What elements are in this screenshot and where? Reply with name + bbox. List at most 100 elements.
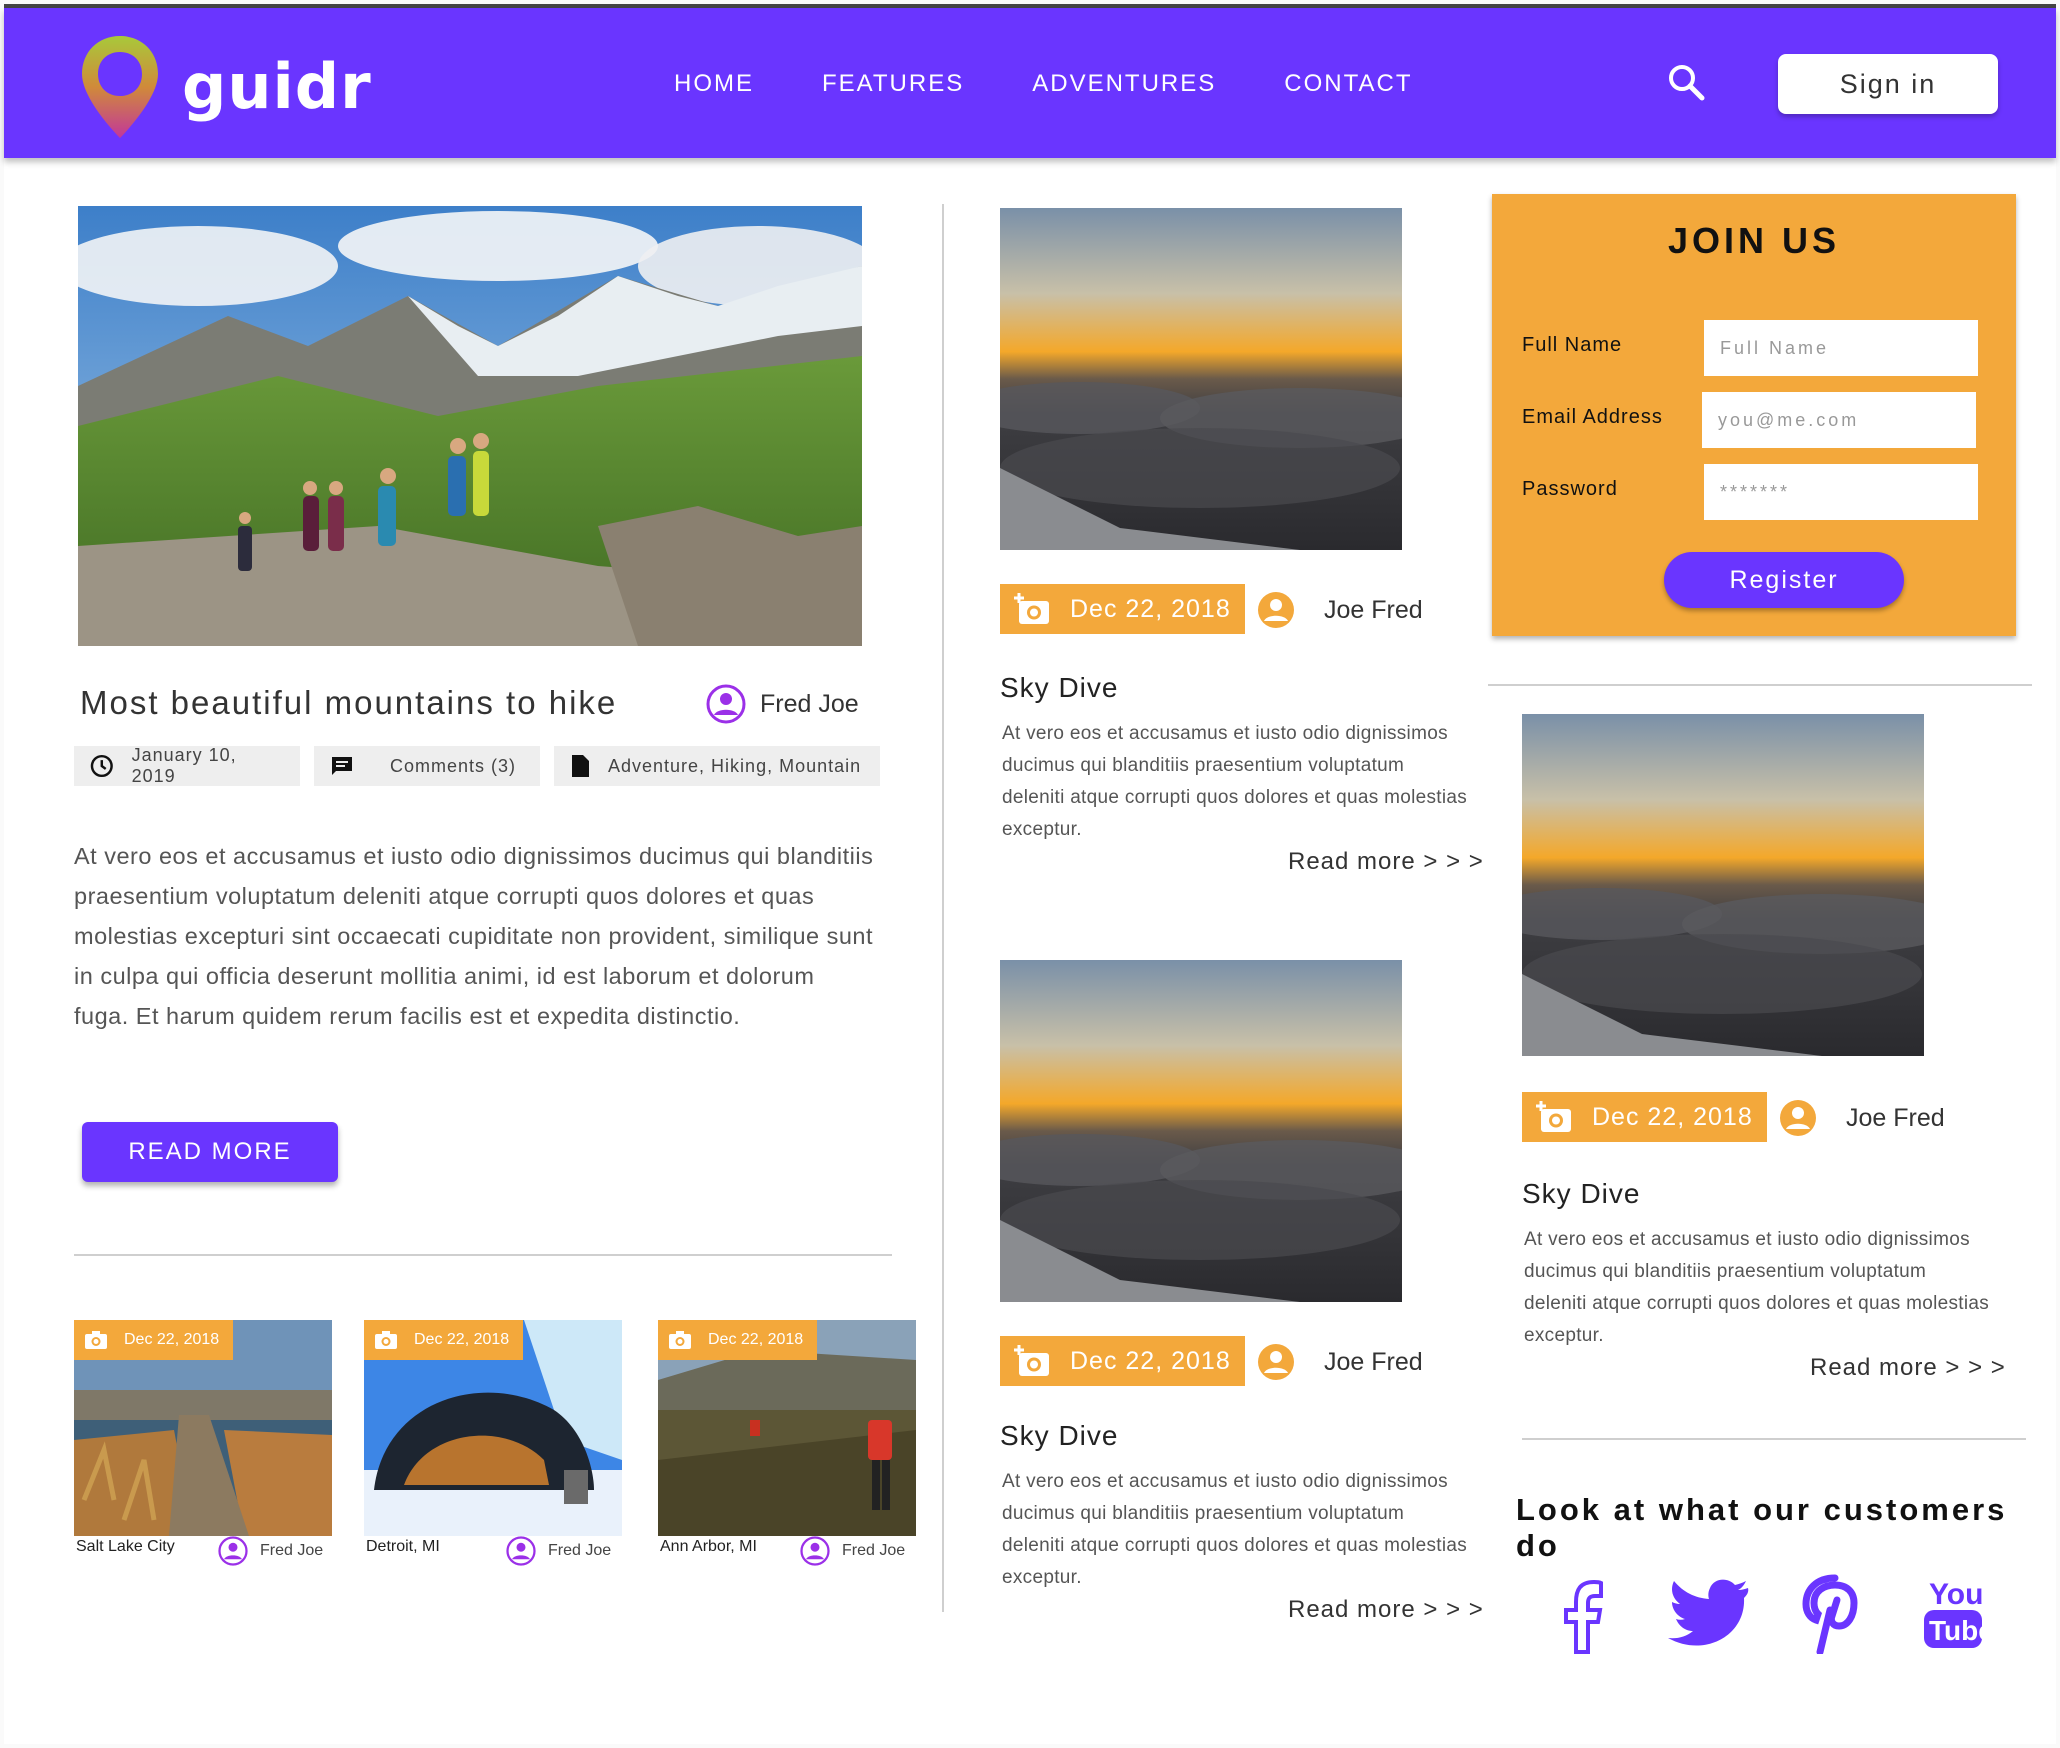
thumb-card-detroit[interactable]: Dec 22, 2018 (364, 1320, 622, 1536)
divider (1522, 1438, 2026, 1440)
thumb-author[interactable]: Fred Joe (800, 1536, 905, 1566)
divider (1488, 684, 2032, 686)
post-excerpt: At vero eos et accusamus et iusto odio d… (1002, 723, 1468, 840)
read-more-link[interactable]: Read more > > > (1810, 1354, 2006, 1382)
column-divider (942, 204, 944, 1612)
nav-home[interactable]: HOME (674, 70, 754, 98)
thumb-author-name: Fred Joe (842, 1542, 906, 1559)
read-more-button[interactable]: READ MORE (82, 1122, 338, 1182)
top-navbar: guidr HOME FEATURES ADVENTURES CONTACT S… (4, 8, 2056, 158)
post-date-badge: Dec 22, 2018 (1000, 584, 1245, 634)
nav-features[interactable]: FEATURES (822, 70, 964, 98)
featured-title[interactable]: Most beautiful mountains to hike (80, 684, 617, 722)
post-author[interactable]: Joe Fred (1256, 590, 1423, 630)
password-label: Password (1522, 478, 1618, 500)
thumb-date: Dec 22, 2018 (124, 1331, 220, 1348)
email-field[interactable]: you@me.com (1702, 392, 1976, 448)
post-excerpt: At vero eos et accusamus et iusto odio d… (1002, 1471, 1468, 1588)
post-date: January 10, 2019 (131, 745, 237, 786)
tags-chip: Adventure, Hiking, Mountain (554, 746, 880, 786)
full-name-label: Full Name (1522, 334, 1623, 356)
sunset-clouds-image[interactable] (1522, 714, 1924, 1056)
author-name: Fred Joe (760, 689, 859, 718)
user-avatar-icon (1258, 592, 1294, 628)
thumb-date: Dec 22, 2018 (708, 1331, 804, 1348)
user-avatar-icon (506, 1536, 536, 1566)
featured-excerpt: At vero eos et accusamus et iusto odio d… (74, 843, 874, 1029)
read-more-link[interactable]: Read more > > > (1288, 1596, 1484, 1624)
user-avatar-icon (1258, 1344, 1294, 1380)
user-avatar-icon (800, 1536, 830, 1566)
post-author[interactable]: Joe Fred (1256, 1342, 1423, 1382)
sign-in-button[interactable]: Sign in (1778, 54, 1998, 114)
thumb-location: Ann Arbor, MI (660, 1538, 757, 1555)
add-photo-icon (1014, 1345, 1049, 1376)
post-date: Dec 22, 2018 (1070, 594, 1231, 623)
twitter-icon[interactable] (1664, 1574, 1754, 1654)
thumb-author[interactable]: Fred Joe (218, 1536, 323, 1566)
post-excerpt: At vero eos et accusamus et iusto odio d… (1524, 1229, 1990, 1346)
author-name: Joe Fred (1324, 1347, 1423, 1376)
thumb-author-name: Fred Joe (260, 1542, 324, 1559)
camera-icon (85, 1331, 107, 1349)
author-name: Joe Fred (1324, 595, 1423, 624)
facebook-icon[interactable] (1540, 1574, 1630, 1654)
featured-hikers-image[interactable] (78, 206, 862, 646)
svg-text:Tube: Tube (1929, 1615, 1994, 1646)
thumb-date-badge: Dec 22, 2018 (364, 1320, 524, 1360)
author-name: Joe Fred (1846, 1103, 1945, 1132)
pinterest-icon[interactable] (1790, 1574, 1880, 1654)
post-date-chip: January 10, 2019 (74, 745, 300, 786)
thumb-date-badge: Dec 22, 2018 (658, 1320, 818, 1360)
document-icon (572, 755, 589, 777)
add-photo-icon (1014, 593, 1049, 624)
nav-adventures[interactable]: ADVENTURES (1032, 70, 1216, 98)
thumb-author-name: Fred Joe (548, 1542, 612, 1559)
camera-icon (375, 1331, 397, 1349)
thumb-location: Salt Lake City (76, 1538, 175, 1555)
clock-icon (90, 754, 113, 778)
thumb-date-badge: Dec 22, 2018 (74, 1320, 234, 1360)
join-us-form: JOIN US Full Name Full Name Email Addres… (1492, 194, 2016, 636)
post-author[interactable]: Joe Fred (1778, 1098, 1945, 1138)
comment-icon (332, 757, 352, 775)
brand-name[interactable]: guidr (182, 50, 372, 123)
thumb-date: Dec 22, 2018 (414, 1331, 510, 1348)
join-title: JOIN US (1667, 220, 1841, 261)
thumb-card-ann-arbor[interactable]: Dec 22, 2018 (658, 1320, 916, 1536)
post-date: Dec 22, 2018 (1070, 1346, 1231, 1375)
page: guidr HOME FEATURES ADVENTURES CONTACT S… (4, 4, 2056, 1744)
youtube-icon[interactable]: You Tube (1914, 1574, 2004, 1654)
search-icon[interactable] (1666, 62, 1706, 102)
post-date-badge: Dec 22, 2018 (1000, 1336, 1245, 1386)
customers-heading: Look at what our customers do (1516, 1492, 2008, 1563)
comments-count: Comments (3) (390, 755, 517, 776)
map-pin-logo-icon[interactable] (80, 34, 160, 140)
post-title[interactable]: Sky Dive (1522, 1178, 1640, 1210)
featured-author[interactable]: Fred Joe (706, 684, 859, 724)
thumb-card-salt-lake[interactable]: Dec 22, 2018 (74, 1320, 332, 1536)
sunset-clouds-image[interactable] (1000, 208, 1402, 550)
user-avatar-icon (1780, 1100, 1816, 1136)
main-nav: HOME FEATURES ADVENTURES CONTACT (674, 70, 1412, 98)
register-button[interactable]: Register (1664, 552, 1904, 608)
sunset-clouds-image[interactable] (1000, 960, 1402, 1302)
add-photo-icon (1536, 1101, 1571, 1132)
user-avatar-icon (218, 1536, 248, 1566)
svg-text:You: You (1929, 1578, 1983, 1611)
password-field[interactable]: ******* (1704, 464, 1978, 520)
thumb-location: Detroit, MI (366, 1538, 440, 1555)
user-avatar-icon (706, 684, 746, 724)
full-name-field[interactable]: Full Name (1704, 320, 1978, 376)
camera-icon (669, 1331, 691, 1349)
post-title[interactable]: Sky Dive (1000, 672, 1118, 704)
read-more-link[interactable]: Read more > > > (1288, 848, 1484, 876)
post-tags: Adventure, Hiking, Mountain (608, 755, 862, 776)
email-label: Email Address (1522, 406, 1663, 428)
divider (74, 1254, 892, 1256)
post-date-badge: Dec 22, 2018 (1522, 1092, 1767, 1142)
comments-chip[interactable]: Comments (3) (314, 746, 540, 786)
post-title[interactable]: Sky Dive (1000, 1420, 1118, 1452)
thumb-author[interactable]: Fred Joe (506, 1536, 611, 1566)
nav-contact[interactable]: CONTACT (1284, 70, 1412, 98)
